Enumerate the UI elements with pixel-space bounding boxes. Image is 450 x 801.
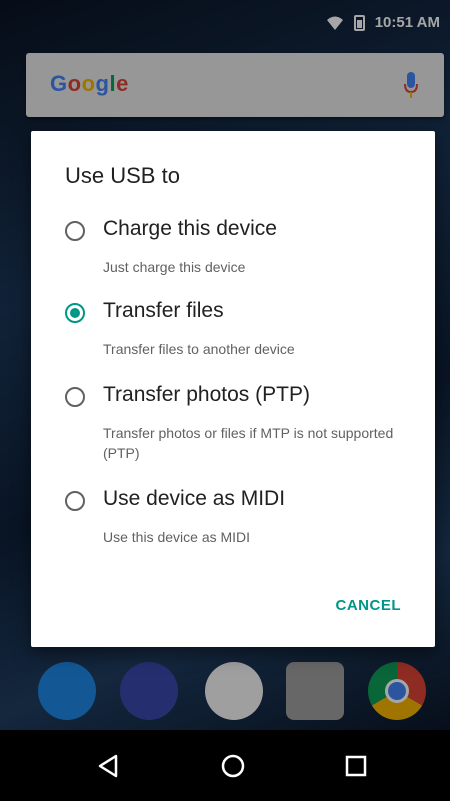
option-description: Just charge this device <box>103 259 246 275</box>
cancel-button[interactable]: CANCEL <box>336 597 402 614</box>
recents-icon[interactable] <box>342 752 370 780</box>
option-description: Transfer files to another device <box>103 341 295 357</box>
option-description: Transfer photos or files if MTP is not s… <box>103 425 394 461</box>
back-icon[interactable] <box>94 752 122 780</box>
radio-midi[interactable] <box>65 491 85 511</box>
option-label: Transfer files <box>103 299 224 322</box>
option-label: Use device as MIDI <box>103 487 286 510</box>
radio-transfer-photos[interactable] <box>65 387 85 407</box>
usb-mode-dialog: Use USB to Charge this device Just charg… <box>31 131 435 647</box>
home-icon[interactable] <box>219 752 247 780</box>
option-label: Charge this device <box>103 217 277 240</box>
navigation-bar <box>0 730 450 801</box>
option-description: Use this device as MIDI <box>103 529 251 545</box>
dialog-title: Use USB to <box>65 163 180 188</box>
radio-charge[interactable] <box>65 221 85 241</box>
radio-transfer-files[interactable] <box>65 303 85 323</box>
option-label: Transfer photos (PTP) <box>103 383 310 406</box>
